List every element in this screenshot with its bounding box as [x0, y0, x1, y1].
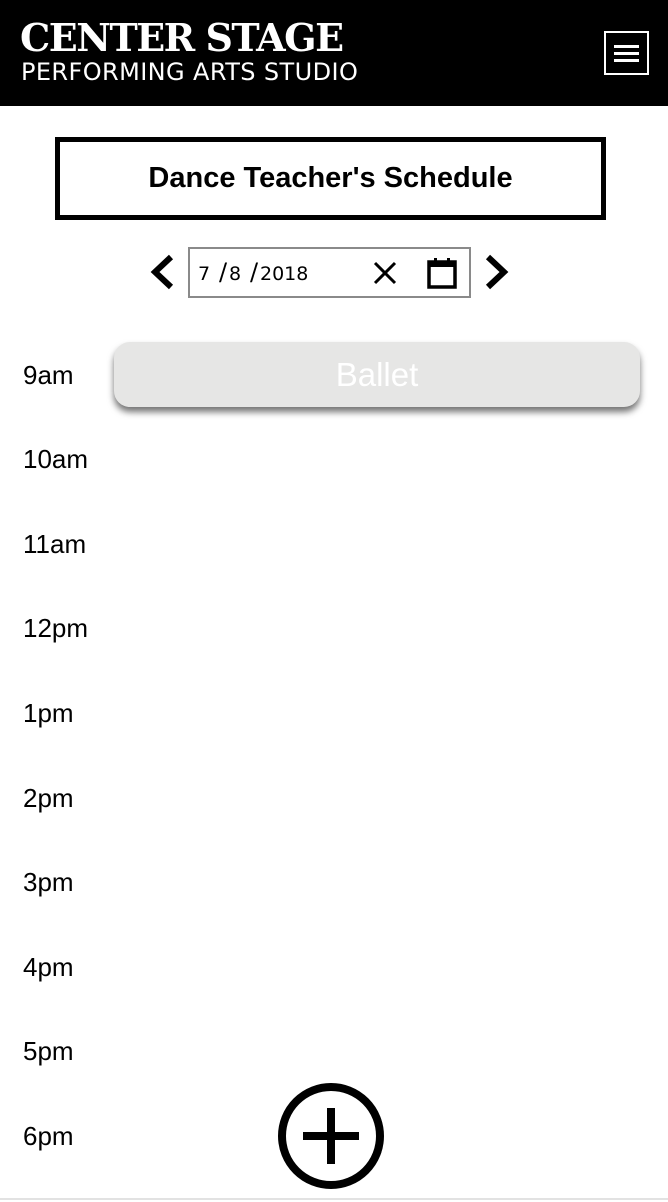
time-label: 10am [23, 444, 89, 474]
time-label: 3pm [23, 867, 74, 897]
date-year[interactable]: 2018 [260, 262, 308, 286]
date-day[interactable]: 8 [229, 262, 241, 286]
time-label: 4pm [23, 952, 74, 982]
date-input[interactable]: 7 / 8 / 2018 [188, 247, 471, 298]
app-header: CENTER STAGE PERFORMING ARTS STUDIO [0, 0, 668, 106]
calendar-icon[interactable] [426, 257, 458, 289]
brand-title[interactable]: CENTER STAGE [20, 16, 344, 60]
time-label: 2pm [23, 783, 74, 813]
time-label: 1pm [23, 698, 74, 728]
time-label: 12pm [23, 613, 89, 643]
page-title: Dance Teacher's Schedule [148, 162, 513, 194]
event-label: Ballet [335, 355, 419, 393]
time-label: 6pm [23, 1121, 74, 1151]
add-circle-icon[interactable] [276, 1081, 386, 1191]
hamburger-menu-icon[interactable] [604, 31, 649, 75]
chevron-right-icon[interactable] [482, 254, 512, 290]
menu-bar [614, 51, 639, 55]
date-month[interactable]: 7 [198, 262, 210, 286]
time-label: 5pm [23, 1036, 74, 1066]
divider [0, 1198, 668, 1200]
date-separator: / [250, 258, 259, 286]
time-label: 9am [23, 360, 74, 390]
menu-bar [614, 44, 639, 48]
date-separator: / [219, 258, 228, 286]
page-title-box: Dance Teacher's Schedule [55, 137, 606, 220]
chevron-left-icon[interactable] [147, 254, 177, 290]
event-ballet[interactable]: Ballet [114, 342, 640, 407]
menu-bar [614, 58, 639, 62]
brand-subtitle: PERFORMING ARTS STUDIO [21, 58, 359, 86]
time-label: 11am [23, 529, 87, 559]
close-icon[interactable] [372, 260, 398, 286]
